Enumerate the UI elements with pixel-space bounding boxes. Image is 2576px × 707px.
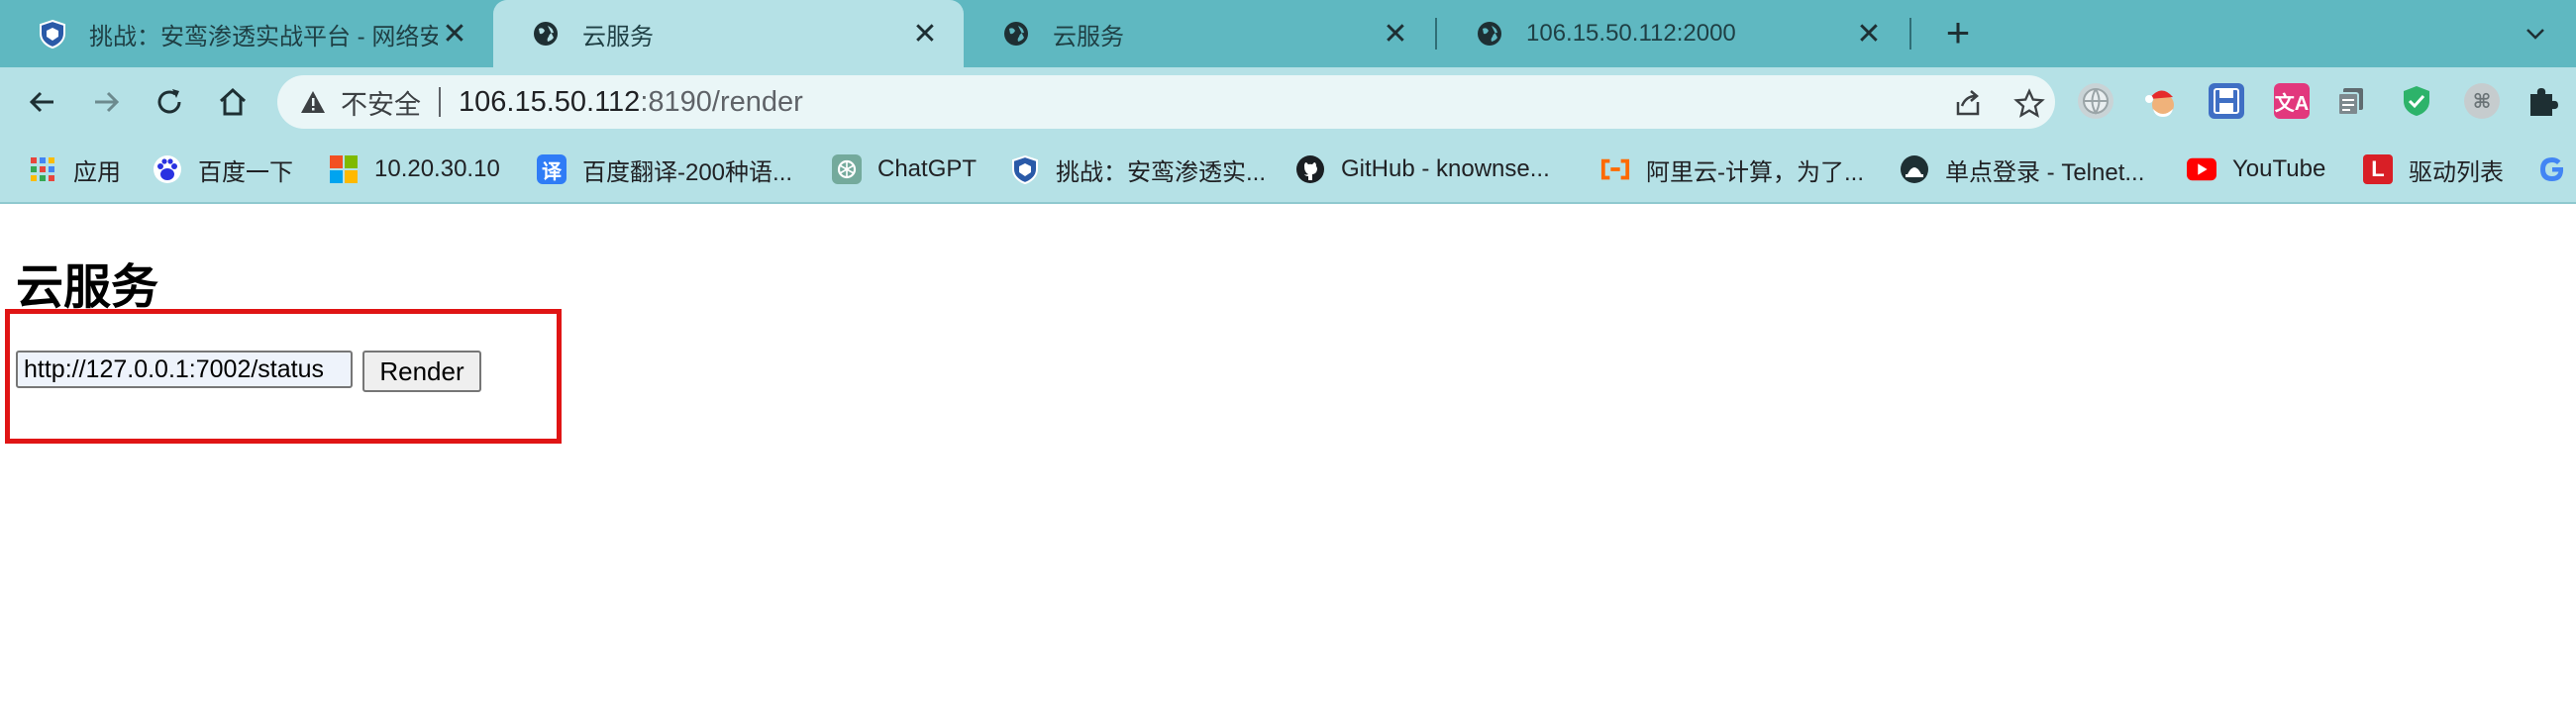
- forward-button[interactable]: [85, 81, 127, 123]
- warning-triangle-icon: [301, 91, 325, 113]
- bookmark-apps[interactable]: 应用: [28, 151, 121, 188]
- bookmark-youtube[interactable]: YouTube: [2187, 151, 2325, 188]
- tab-title: 挑战：安鸾渗透实战平台 - 网络安: [89, 23, 438, 50]
- forward-arrow-icon: [95, 91, 120, 113]
- bookmark-driver-list[interactable]: L 驱动列表: [2363, 151, 2504, 188]
- youtube-icon: [2187, 154, 2216, 184]
- bookmark-label: GitHub - knownse...: [1341, 155, 1550, 182]
- bookmark-label: 阿里云-计算，为了...: [1646, 158, 1864, 186]
- close-icon[interactable]: ✕: [908, 17, 942, 50]
- bookmark-label: 驱动列表: [2409, 158, 2504, 186]
- apps-grid-icon: [28, 154, 57, 184]
- omnibox-divider: [439, 87, 441, 117]
- shield-favicon-icon: [38, 19, 67, 49]
- bookmarks-bar: 应用 百度一下 10.20.30.10 译 百度翻译-200种语... Chat…: [0, 137, 2576, 204]
- bookmark-chatgpt[interactable]: ChatGPT: [832, 151, 977, 188]
- bookmark-label: YouTube: [2232, 155, 2326, 182]
- new-tab-button[interactable]: +: [1936, 12, 1980, 55]
- render-button[interactable]: Render: [362, 351, 481, 392]
- chatgpt-icon: [832, 154, 862, 184]
- github-icon: [1295, 154, 1325, 184]
- not-secure-label[interactable]: 不安全: [341, 83, 421, 122]
- google-icon: [2537, 154, 2567, 184]
- close-icon[interactable]: ✕: [1852, 17, 1886, 50]
- bookmark-label: 百度一下: [198, 158, 293, 186]
- aliyun-icon: [1600, 154, 1630, 184]
- home-button[interactable]: [212, 81, 254, 123]
- extension-save-icon[interactable]: [2209, 83, 2244, 119]
- windows-logo-icon: [329, 154, 359, 184]
- tab-title: 云服务: [582, 23, 654, 50]
- url-path: :8190/render: [640, 85, 803, 118]
- driver-list-icon: L: [2363, 154, 2393, 184]
- extension-translate-icon[interactable]: 文A: [2274, 83, 2310, 119]
- back-arrow-icon: [29, 91, 53, 113]
- tab-separator: [1909, 18, 1911, 50]
- url-input[interactable]: [16, 351, 353, 388]
- bookmark-label: 10.20.30.10: [374, 155, 500, 182]
- bookmark-telnet-sso[interactable]: 单点登录 - Telnet...: [1900, 151, 2144, 188]
- tab-title: 云服务: [1053, 23, 1124, 50]
- share-icon[interactable]: [1951, 87, 1985, 121]
- extension-santa-icon[interactable]: [2143, 83, 2179, 119]
- bookmark-10-20-30-10[interactable]: 10.20.30.10: [329, 151, 500, 188]
- tab-title: 106.15.50.112:2000: [1526, 20, 1736, 47]
- close-icon[interactable]: ✕: [1379, 17, 1412, 50]
- globe-favicon-icon: [531, 19, 561, 49]
- bookmark-baidu[interactable]: 百度一下: [153, 151, 293, 188]
- page-title: 云服务: [16, 261, 159, 314]
- tab-strip: 挑战：安鸾渗透实战平台 - 网络安 ✕ 云服务 ✕ 云服务 ✕ 106.15.5…: [0, 0, 2576, 67]
- tab-anluan-challenge[interactable]: 挑战：安鸾渗透实战平台 - 网络安 ✕: [0, 0, 493, 67]
- extension-shield-check-icon[interactable]: [2399, 83, 2434, 119]
- url-host: 106.15.50.112: [459, 85, 641, 118]
- bookmark-baidu-translate[interactable]: 译 百度翻译-200种语...: [537, 151, 792, 188]
- bookmark-label: 百度翻译-200种语...: [582, 158, 793, 186]
- tab-cloud-service-active[interactable]: 云服务 ✕: [493, 0, 964, 67]
- globe-favicon-icon: [1001, 19, 1031, 49]
- shield-favicon-icon: [1010, 154, 1040, 184]
- tab-ip-2000[interactable]: 106.15.50.112:2000 ✕: [1437, 0, 1907, 67]
- tab-cloud-service[interactable]: 云服务 ✕: [964, 0, 1434, 67]
- browser-toolbar: 不安全 106.15.50.112:8190/render: [0, 67, 2576, 137]
- close-icon[interactable]: ✕: [438, 17, 471, 50]
- bookmark-anluan-challenge[interactable]: 挑战：安鸾渗透实...: [1010, 151, 1266, 188]
- bookmark-label: ChatGPT: [877, 155, 978, 182]
- extension-globe-icon[interactable]: [2078, 83, 2113, 119]
- reload-icon: [157, 89, 181, 114]
- address-bar[interactable]: 不安全 106.15.50.112:8190/render: [277, 75, 2055, 129]
- baidu-paw-icon: [153, 154, 182, 184]
- bookmark-aliyun[interactable]: 阿里云-计算，为了...: [1600, 151, 1864, 188]
- home-icon: [219, 87, 247, 116]
- back-button[interactable]: [22, 81, 63, 123]
- bookmark-github[interactable]: GitHub - knownse...: [1295, 151, 1550, 188]
- reload-button[interactable]: [149, 81, 190, 123]
- globe-favicon-icon: [1475, 19, 1504, 49]
- tab-search-chevron-icon[interactable]: [2516, 14, 2555, 53]
- bookmark-label: 应用: [73, 158, 121, 186]
- bookmark-google[interactable]: [2537, 151, 2576, 188]
- extension-command-icon[interactable]: ⌘: [2464, 83, 2500, 119]
- bookmark-star-icon[interactable]: [2012, 87, 2046, 121]
- telnet-icon: [1900, 154, 1929, 184]
- extension-copy-icon[interactable]: [2333, 83, 2369, 119]
- translate-icon: 译: [537, 154, 567, 184]
- bookmark-label: 挑战：安鸾渗透实...: [1056, 158, 1267, 186]
- extensions-puzzle-icon[interactable]: [2524, 83, 2559, 119]
- bookmark-label: 单点登录 - Telnet...: [1945, 158, 2145, 186]
